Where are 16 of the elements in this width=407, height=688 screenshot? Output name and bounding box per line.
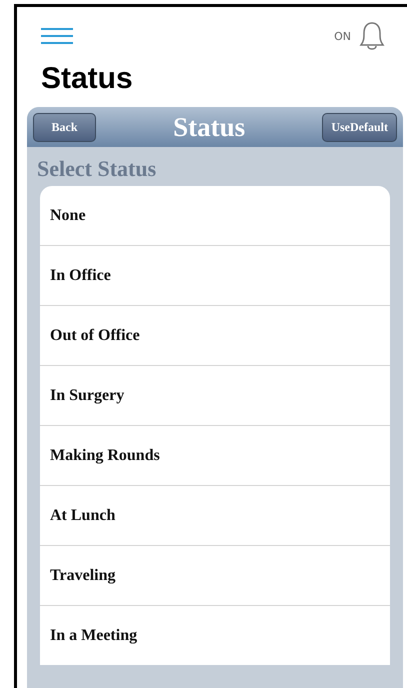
status-option[interactable]: In a Meeting [40, 605, 390, 665]
status-option[interactable]: In Surgery [40, 365, 390, 425]
navbar-title: Status [173, 112, 246, 142]
section-title: Select Status [36, 155, 158, 183]
notification-status: ON [334, 30, 351, 42]
status-option[interactable]: In Office [40, 245, 390, 305]
status-option[interactable]: Out of Office [40, 305, 390, 365]
status-option[interactable]: Traveling [40, 545, 390, 605]
bell-icon[interactable] [357, 20, 387, 52]
use-default-button[interactable]: UseDefault [322, 112, 397, 142]
page-title: Status [41, 61, 134, 97]
menu-icon[interactable] [41, 28, 73, 44]
back-button[interactable]: Back [33, 112, 96, 142]
status-option[interactable]: Making Rounds [40, 425, 390, 485]
status-option[interactable]: None [40, 186, 390, 245]
status-option[interactable]: At Lunch [40, 485, 390, 545]
